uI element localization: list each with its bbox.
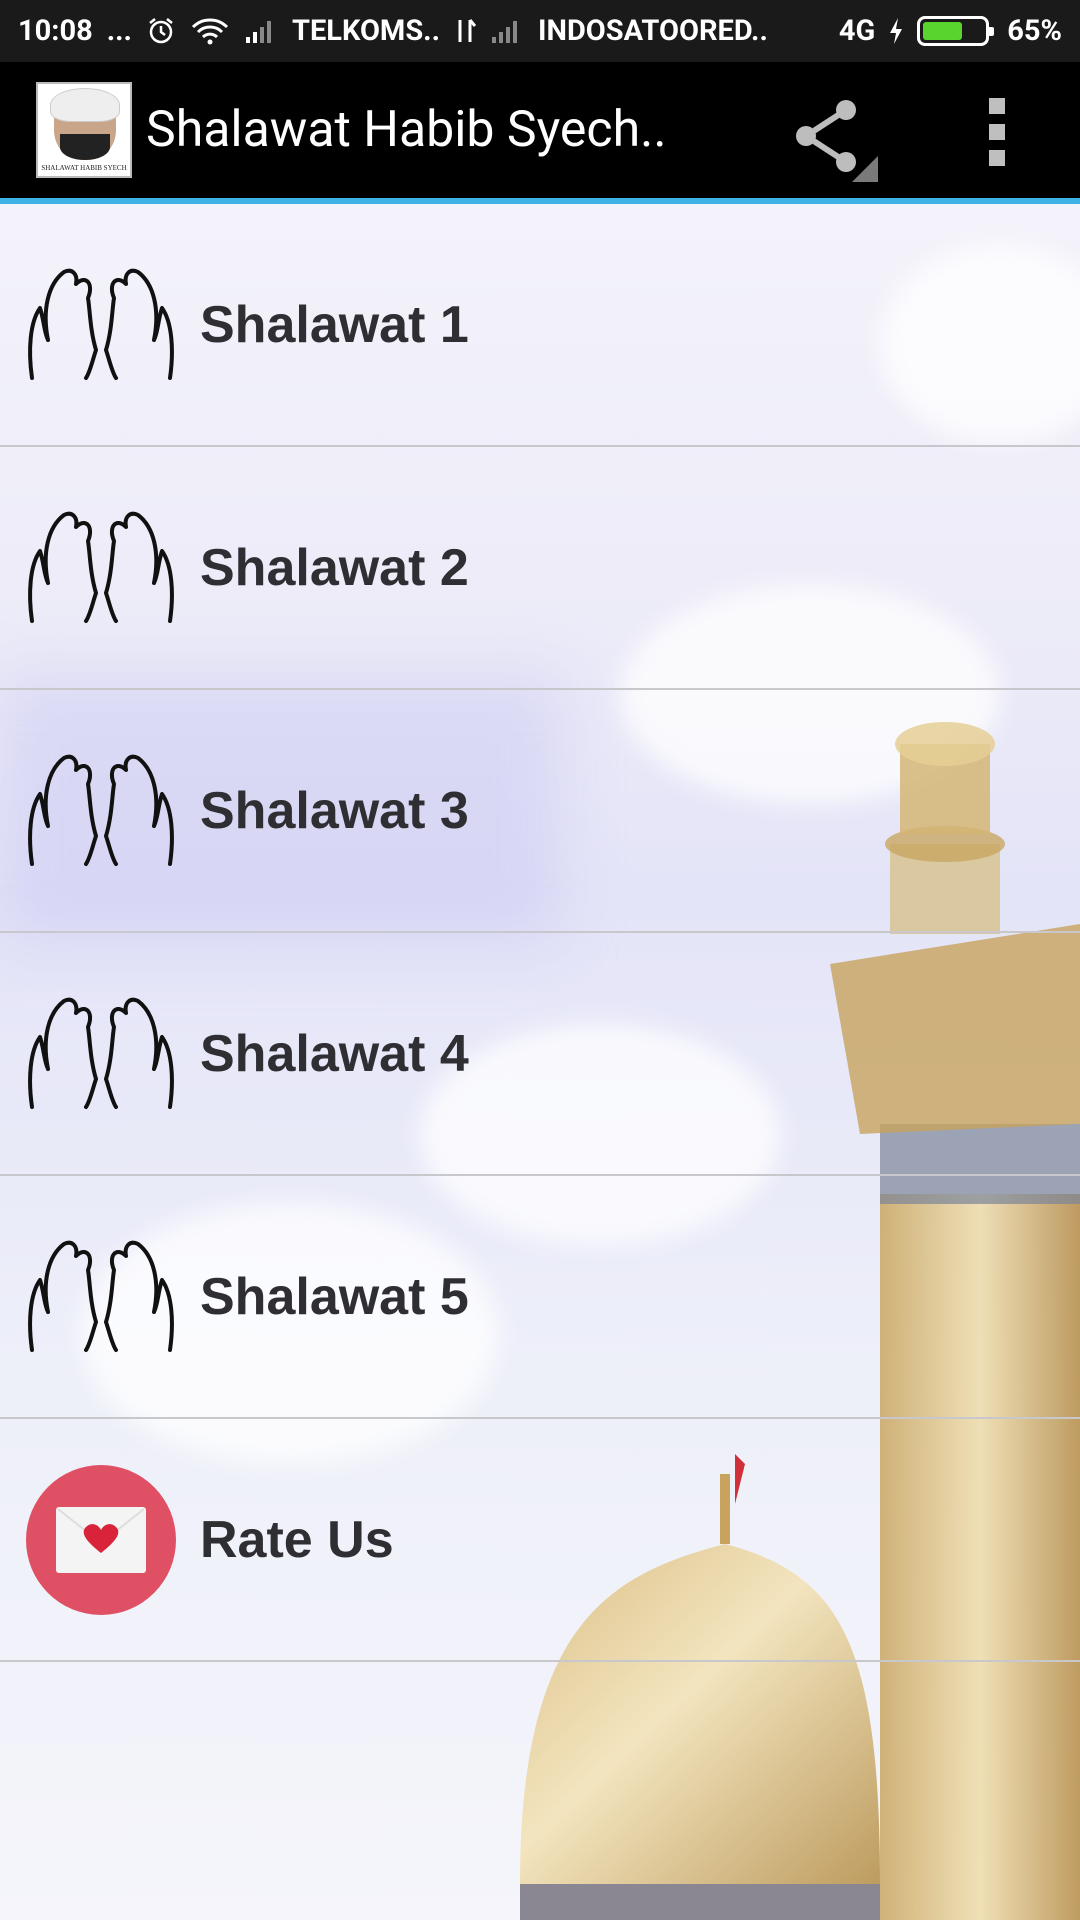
action-bar: SHALAWAT HABIB SYECH Shalawat Habib Syec… bbox=[0, 62, 1080, 198]
overflow-dot bbox=[989, 150, 1005, 166]
app-title: Shalawat Habib Syech.. bbox=[146, 101, 667, 159]
envelope-shape bbox=[56, 1506, 146, 1573]
app-logo: SHALAWAT HABIB SYECH bbox=[36, 82, 132, 178]
network-type: 4G bbox=[838, 14, 876, 48]
overflow-dot bbox=[989, 124, 1005, 140]
signal-icon-2 bbox=[490, 17, 524, 45]
menu-item-label: Shalawat 1 bbox=[200, 295, 469, 354]
battery-icon bbox=[917, 16, 995, 46]
menu-item-label: Shalawat 5 bbox=[200, 1267, 469, 1326]
clock: 10:08 bbox=[18, 14, 93, 48]
menu-item-label: Shalawat 3 bbox=[200, 781, 469, 840]
menu-item-label: Rate Us bbox=[200, 1510, 394, 1569]
praying-hands-icon bbox=[28, 997, 174, 1109]
battery-level bbox=[923, 22, 963, 40]
praying-hands-icon bbox=[28, 754, 174, 866]
notification-dots: ... bbox=[106, 14, 132, 48]
alarm-icon bbox=[146, 16, 176, 46]
menu-item-rate-us[interactable]: Rate Us bbox=[0, 1419, 1080, 1662]
overflow-dot bbox=[989, 98, 1005, 114]
status-bar: 10:08 ... TELKOMS.. INDOSATOORED.. 4G 65… bbox=[0, 0, 1080, 62]
heart-envelope-icon bbox=[26, 1464, 176, 1615]
battery-percent: 65% bbox=[1007, 14, 1062, 48]
share-button[interactable] bbox=[786, 90, 878, 182]
menu-item-label: Shalawat 4 bbox=[200, 1024, 469, 1083]
menu-item-shalawat-4[interactable]: Shalawat 4 bbox=[0, 933, 1080, 1176]
menu-item-shalawat-2[interactable]: Shalawat 2 bbox=[0, 447, 1080, 690]
wifi-icon bbox=[190, 16, 230, 46]
menu-item-shalawat-1[interactable]: Shalawat 1 bbox=[0, 204, 1080, 447]
charging-icon bbox=[887, 16, 905, 46]
carrier-1: TELKOMS.. bbox=[291, 14, 440, 48]
signal-icon-1 bbox=[244, 17, 278, 45]
carrier-2: INDOSATOORED.. bbox=[538, 14, 768, 48]
praying-hands-icon bbox=[28, 268, 174, 380]
share-icon bbox=[796, 100, 878, 182]
data-activity-icon bbox=[454, 16, 476, 46]
menu-item-shalawat-3[interactable]: Shalawat 3 bbox=[0, 690, 1080, 933]
overflow-menu-button[interactable] bbox=[976, 92, 1018, 176]
content-area: Shalawat 1 Shalawat 2 Shalawat 3 Shalawa… bbox=[0, 204, 1080, 1920]
praying-hands-icon bbox=[28, 511, 174, 623]
menu-item-shalawat-5[interactable]: Shalawat 5 bbox=[0, 1176, 1080, 1419]
praying-hands-icon bbox=[28, 1240, 174, 1352]
menu-item-label: Shalawat 2 bbox=[200, 538, 469, 597]
logo-caption: SHALAWAT HABIB SYECH bbox=[41, 164, 127, 172]
heart-icon bbox=[57, 1507, 145, 1553]
